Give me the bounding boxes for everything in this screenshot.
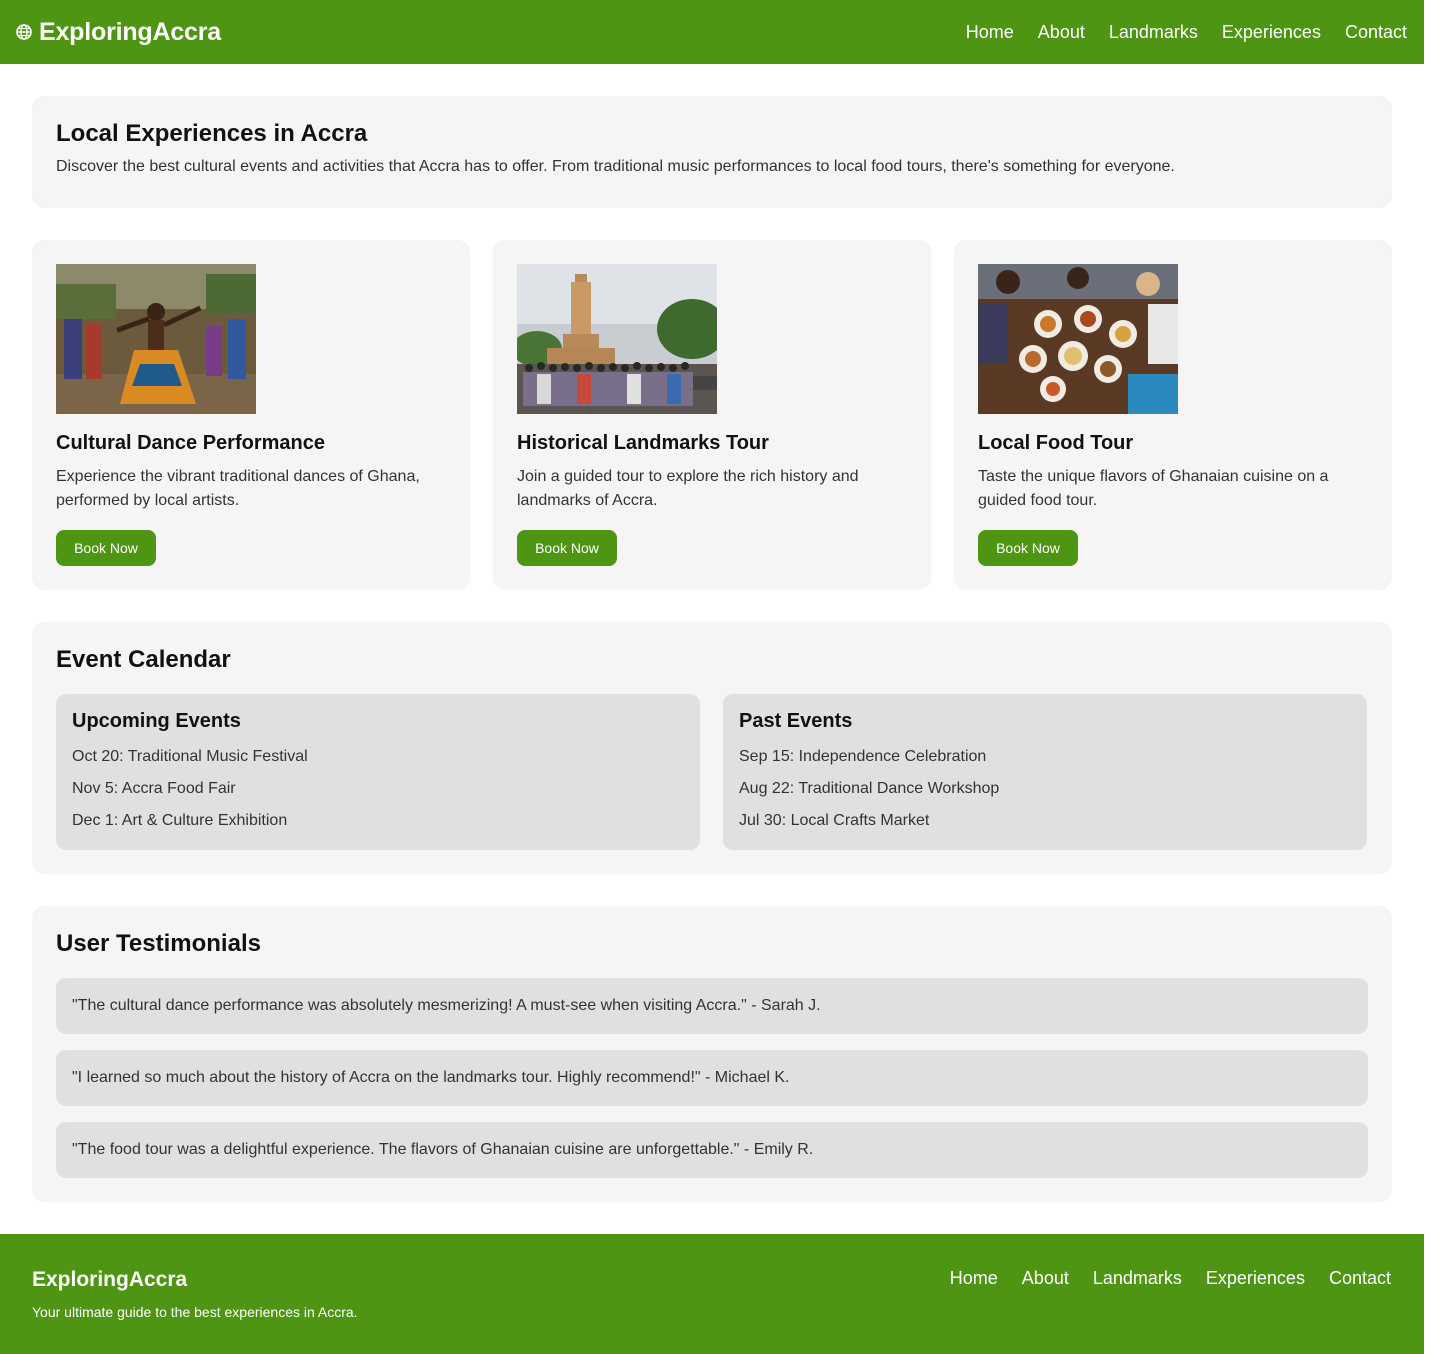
- dance-photo: [56, 264, 256, 414]
- experience-card: Cultural Dance Performance Experience th…: [32, 240, 470, 590]
- landmark-photo: [517, 264, 717, 414]
- testimonial: "I learned so much about the history of …: [56, 1050, 1368, 1106]
- intro-section: Local Experiences in Accra Discover the …: [32, 96, 1392, 208]
- nav-link-landmarks[interactable]: Landmarks: [1109, 22, 1198, 43]
- experience-card: Historical Landmarks Tour Join a guided …: [493, 240, 931, 590]
- footer-nav: Home About Landmarks Experiences Contact: [950, 1268, 1391, 1289]
- food-photo: [978, 264, 1178, 414]
- footer-link-home[interactable]: Home: [950, 1268, 998, 1289]
- upcoming-events: Upcoming Events Oct 20: Traditional Musi…: [56, 694, 700, 850]
- intro-text: Discover the best cultural events and ac…: [56, 158, 1175, 175]
- event-list: Sep 15: Independence Celebration Aug 22:…: [739, 741, 1351, 837]
- card-title: Local Food Tour: [978, 432, 1134, 454]
- card-description: Experience the vibrant traditional dance…: [56, 468, 420, 509]
- globe-icon: [16, 24, 32, 40]
- footer-brand: ExploringAccra: [32, 1268, 188, 1291]
- event-item: Jul 30: Local Crafts Market: [739, 812, 930, 829]
- nav-link-contact[interactable]: Contact: [1345, 22, 1407, 43]
- past-events: Past Events Sep 15: Independence Celebra…: [723, 694, 1367, 850]
- event-item: Nov 5: Accra Food Fair: [72, 780, 236, 797]
- footer-tagline: Your ultimate guide to the best experien…: [32, 1304, 358, 1320]
- site-footer: ExploringAccra Your ultimate guide to th…: [0, 1234, 1424, 1354]
- nav-link-experiences[interactable]: Experiences: [1222, 22, 1321, 43]
- event-list: Oct 20: Traditional Music Festival Nov 5…: [72, 741, 684, 837]
- section-title: Event Calendar: [56, 646, 231, 673]
- book-now-button[interactable]: Book Now: [978, 530, 1078, 566]
- site-header: ExploringAccra Home About Landmarks Expe…: [0, 0, 1424, 64]
- upcoming-events-title: Upcoming Events: [72, 710, 241, 732]
- event-item: Oct 20: Traditional Music Festival: [72, 748, 308, 765]
- card-description: Taste the unique flavors of Ghanaian cui…: [978, 468, 1329, 509]
- footer-link-landmarks[interactable]: Landmarks: [1093, 1268, 1182, 1289]
- card-title: Historical Landmarks Tour: [517, 432, 769, 454]
- brand-name: ExploringAccra: [39, 17, 221, 46]
- experience-card: Local Food Tour Taste the unique flavors…: [954, 240, 1392, 590]
- footer-link-experiences[interactable]: Experiences: [1206, 1268, 1305, 1289]
- event-calendar: Event Calendar Upcoming Events Oct 20: T…: [32, 622, 1392, 874]
- main-nav: Home About Landmarks Experiences Contact: [966, 22, 1407, 43]
- event-item: Dec 1: Art & Culture Exhibition: [72, 812, 288, 829]
- book-now-button[interactable]: Book Now: [517, 530, 617, 566]
- nav-link-home[interactable]: Home: [966, 22, 1014, 43]
- event-item: Aug 22: Traditional Dance Workshop: [739, 780, 1000, 797]
- card-description: Join a guided tour to explore the rich h…: [517, 468, 859, 509]
- footer-link-about[interactable]: About: [1022, 1268, 1069, 1289]
- nav-link-about[interactable]: About: [1038, 22, 1085, 43]
- card-title: Cultural Dance Performance: [56, 432, 325, 454]
- page-title: Local Experiences in Accra: [56, 120, 368, 147]
- brand-logo[interactable]: ExploringAccra: [16, 18, 221, 47]
- testimonials-section: User Testimonials "The cultural dance pe…: [32, 906, 1392, 1202]
- past-events-title: Past Events: [739, 710, 853, 732]
- testimonial: "The food tour was a delightful experien…: [56, 1122, 1368, 1178]
- footer-link-contact[interactable]: Contact: [1329, 1268, 1391, 1289]
- section-title: User Testimonials: [56, 930, 261, 957]
- event-item: Sep 15: Independence Celebration: [739, 748, 987, 765]
- testimonial: "The cultural dance performance was abso…: [56, 978, 1368, 1034]
- book-now-button[interactable]: Book Now: [56, 530, 156, 566]
